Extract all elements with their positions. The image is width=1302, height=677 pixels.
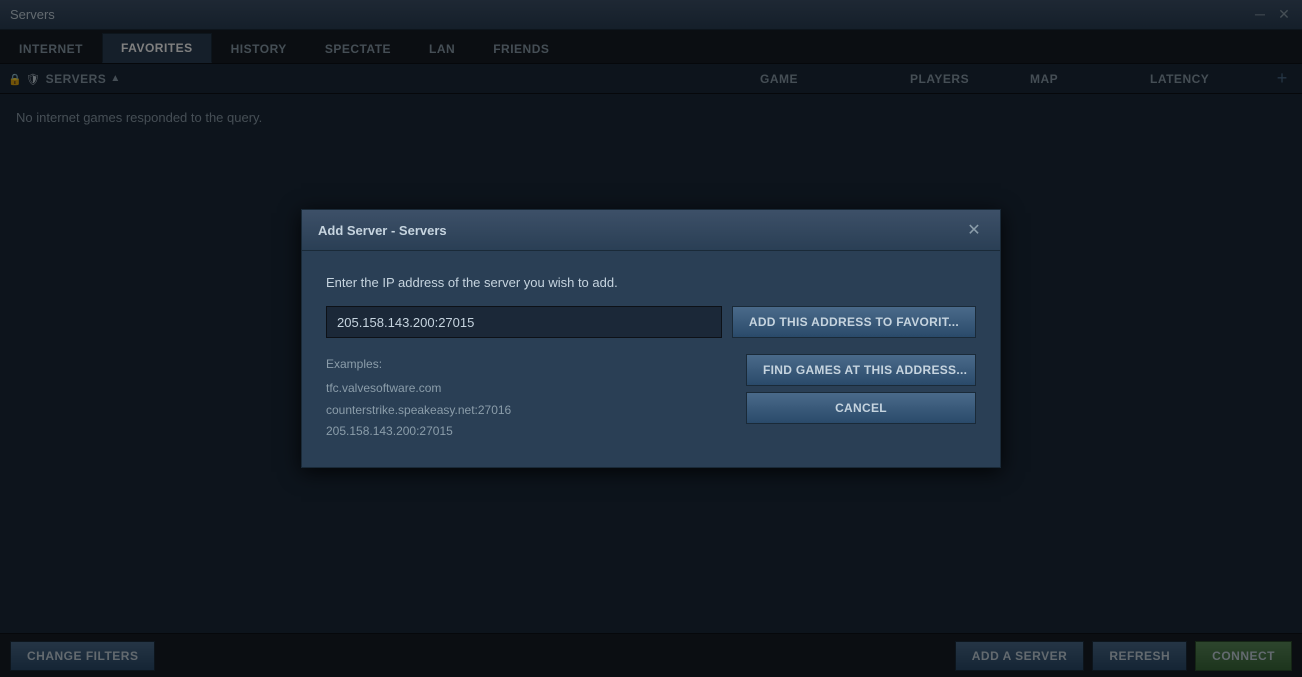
- example-2: counterstrike.speakeasy.net:27016: [326, 400, 736, 422]
- examples-label: Examples:: [326, 354, 736, 376]
- ip-address-input[interactable]: [326, 306, 722, 338]
- add-to-favorites-button[interactable]: ADD THIS ADDRESS TO FAVORIT...: [732, 306, 976, 338]
- add-server-dialog: Add Server - Servers ✕ Enter the IP addr…: [301, 209, 1001, 467]
- dialog-input-row: ADD THIS ADDRESS TO FAVORIT...: [326, 306, 976, 338]
- dialog-examples: Examples: tfc.valvesoftware.com counters…: [326, 354, 736, 442]
- dialog-close-button[interactable]: ✕: [964, 220, 984, 240]
- dialog-examples-row: Examples: tfc.valvesoftware.com counters…: [326, 354, 976, 442]
- example-1: tfc.valvesoftware.com: [326, 378, 736, 400]
- dialog-body: Enter the IP address of the server you w…: [302, 251, 1000, 466]
- dialog-instruction: Enter the IP address of the server you w…: [326, 275, 976, 290]
- example-3: 205.158.143.200:27015: [326, 421, 736, 443]
- dialog-header: Add Server - Servers ✕: [302, 210, 1000, 251]
- dialog-title: Add Server - Servers: [318, 223, 447, 238]
- dialog-overlay: Add Server - Servers ✕ Enter the IP addr…: [0, 0, 1302, 677]
- cancel-button[interactable]: CANCEL: [746, 392, 976, 424]
- dialog-buttons: FIND GAMES AT THIS ADDRESS... CANCEL: [746, 354, 976, 424]
- find-games-button[interactable]: FIND GAMES AT THIS ADDRESS...: [746, 354, 976, 386]
